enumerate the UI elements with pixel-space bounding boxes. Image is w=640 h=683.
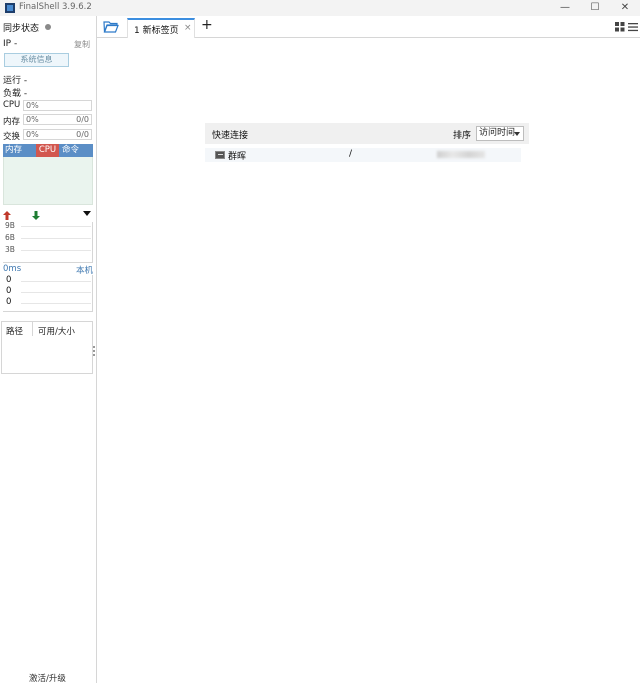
layout-grid-icon[interactable] xyxy=(615,22,625,32)
sidebar-splitter-handle[interactable] xyxy=(93,346,95,360)
sort-label: 排序 xyxy=(453,131,472,141)
swap-usage: 0/0 xyxy=(76,130,89,139)
swap-label: 交换 xyxy=(3,132,21,142)
sidebar: 同步状态 IP - 复制 系统信息 运行 - 负载 - CPU 0% 内存 0%… xyxy=(0,16,97,683)
close-button[interactable]: ✕ xyxy=(610,0,640,16)
terminal-icon xyxy=(215,151,225,159)
sort-select-value: 访问时间 xyxy=(479,128,516,138)
connection-name: 群晖 xyxy=(228,152,247,162)
ping-latency: 0ms xyxy=(3,264,22,274)
tab-close-icon[interactable]: × xyxy=(184,23,192,33)
sync-status-dot xyxy=(45,24,51,30)
memory-label: 内存 xyxy=(3,117,21,127)
chevron-down-icon xyxy=(514,132,520,136)
network-tick-9b: 9B xyxy=(5,221,15,230)
ping-value: 0 xyxy=(6,286,12,296)
connection-path: / xyxy=(349,149,353,159)
network-interface-dropdown-icon[interactable] xyxy=(83,211,91,217)
connection-row[interactable]: 群晖 / xyxy=(205,148,521,162)
tab-bar: 1 新标签页 × + xyxy=(97,16,640,38)
load-label: 负载 - xyxy=(3,89,28,99)
arrow-down-icon xyxy=(32,211,40,220)
quick-connect-title: 快速连接 xyxy=(212,131,249,141)
title-bar: FinalShell 3.9.6.2 — ☐ ✕ xyxy=(0,0,640,16)
disk-col-size: 可用/大小 xyxy=(32,322,75,337)
network-graph xyxy=(3,222,93,263)
copy-ip-link[interactable]: 复制 xyxy=(74,39,90,50)
memory-meter: 0% 0/0 xyxy=(23,114,92,125)
finalshell-logo-icon xyxy=(5,3,15,13)
add-tab-button[interactable]: + xyxy=(201,17,213,33)
swap-value: 0% xyxy=(26,130,39,139)
process-sort-memory[interactable]: 内存 xyxy=(5,144,22,157)
process-table-header: 内存 CPU 命令 xyxy=(3,144,93,157)
folder-open-icon[interactable] xyxy=(103,20,119,34)
hamburger-menu-icon[interactable] xyxy=(628,22,638,32)
ping-value: 0 xyxy=(6,275,12,285)
connection-host-redacted xyxy=(437,151,485,158)
ping-graph xyxy=(3,275,93,312)
system-info-button[interactable]: 系统信息 xyxy=(4,53,69,67)
memory-value: 0% xyxy=(26,115,39,124)
maximize-button[interactable]: ☐ xyxy=(580,0,610,16)
swap-meter: 0% 0/0 xyxy=(23,129,92,140)
disk-table[interactable]: 路径 可用/大小 xyxy=(1,321,93,374)
disk-col-path: 路径 xyxy=(6,327,24,337)
ip-label: IP - xyxy=(3,39,18,49)
sync-status-label: 同步状态 xyxy=(3,24,40,34)
window-title: FinalShell 3.9.6.2 xyxy=(19,2,92,12)
activate-upgrade-link[interactable]: 激活/升级 xyxy=(29,672,66,683)
process-list[interactable] xyxy=(3,157,93,205)
cpu-meter: 0% xyxy=(23,100,92,111)
sort-select[interactable]: 访问时间 xyxy=(476,126,524,141)
tab-new-tab[interactable]: 1 新标签页 × xyxy=(127,18,195,38)
memory-usage: 0/0 xyxy=(76,115,89,124)
network-tick-3b: 3B xyxy=(5,245,15,254)
process-sort-command[interactable]: 命令 xyxy=(62,144,79,157)
tab-label: 1 新标签页 xyxy=(134,26,179,36)
ping-value: 0 xyxy=(6,297,12,307)
network-tick-6b: 6B xyxy=(5,233,15,242)
minimize-button[interactable]: — xyxy=(550,0,580,16)
arrow-up-icon xyxy=(3,211,11,220)
cpu-label: CPU xyxy=(3,100,21,110)
cpu-value: 0% xyxy=(26,101,39,110)
main-content: 快速连接 排序 访问时间 群晖 / xyxy=(97,38,640,683)
process-sort-cpu[interactable]: CPU xyxy=(36,144,59,157)
quick-connect-header: 快速连接 排序 访问时间 xyxy=(205,123,529,144)
uptime-label: 运行 - xyxy=(3,76,28,86)
